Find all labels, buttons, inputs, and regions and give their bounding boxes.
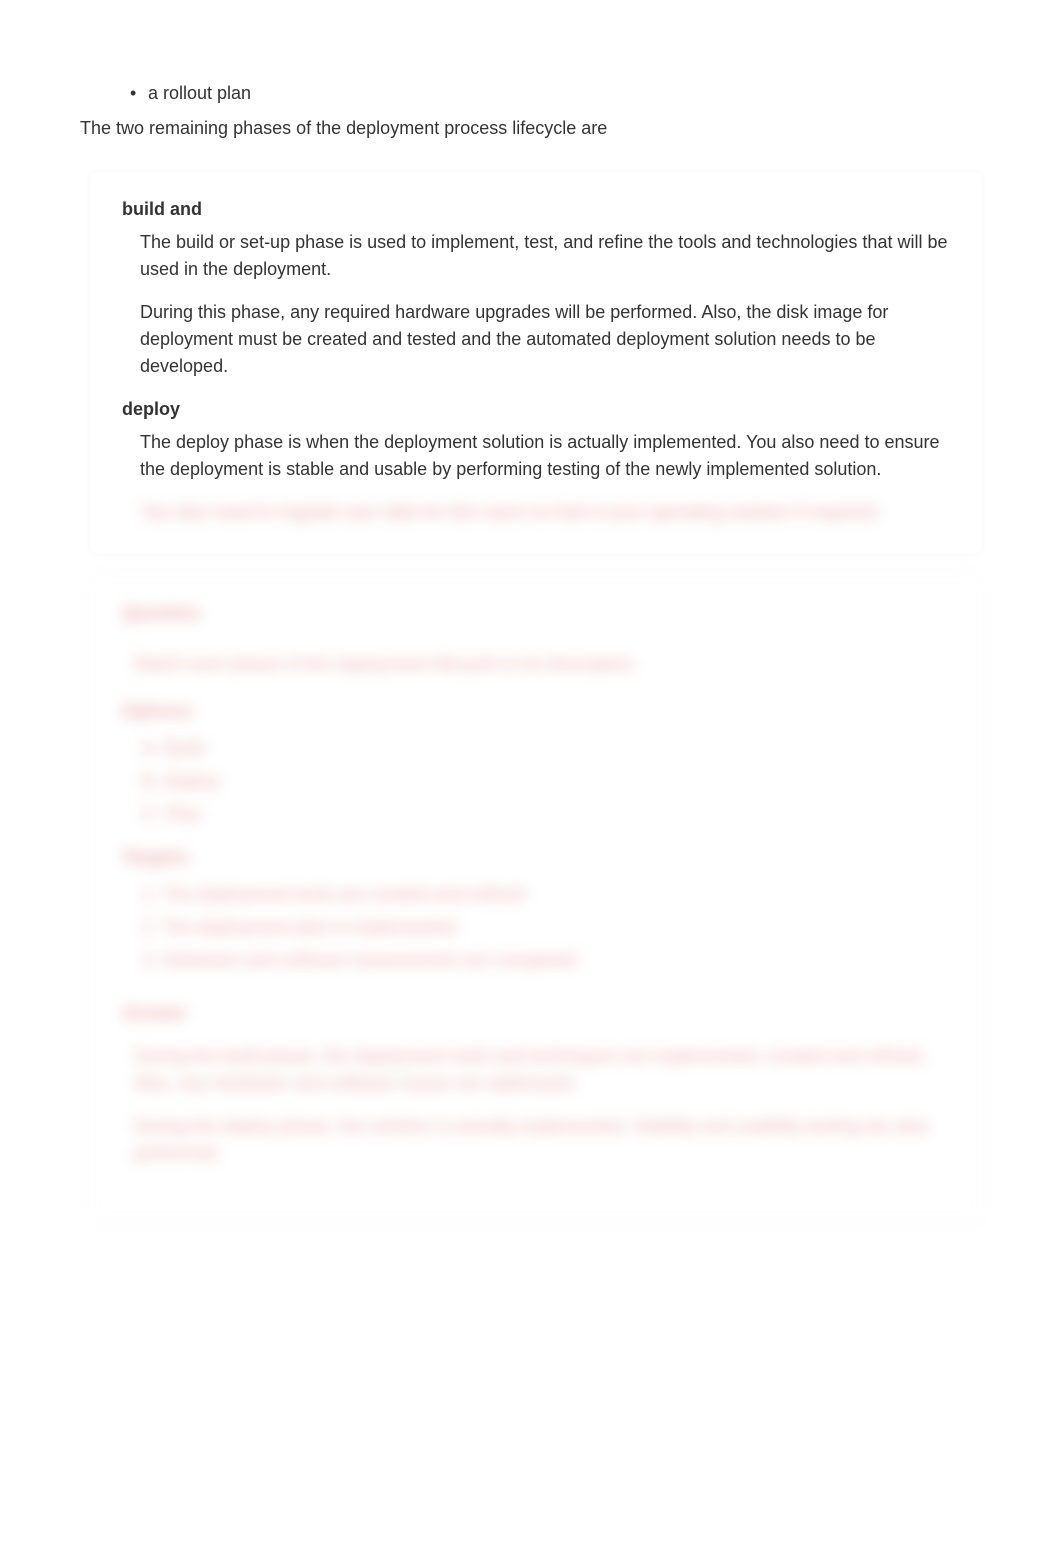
option-c: C. Plan (142, 801, 950, 828)
phase-deploy-body: The deploy phase is when the deployment … (122, 429, 950, 483)
phase-deploy: deploy The deploy phase is when the depl… (122, 396, 950, 526)
question-prompt: Match each phase of the deployment lifec… (122, 651, 950, 678)
option-a: A. Build (142, 735, 950, 762)
phase-deploy-blurred: You also need to migrate user data for t… (122, 499, 950, 526)
question-heading: Question (122, 600, 950, 627)
targets-list: 1. The deployment tools are created and … (122, 881, 950, 974)
answer-p1: During the build phase, the deployment t… (122, 1043, 950, 1097)
phase-build-p2: During this phase, any required hardware… (140, 299, 950, 380)
phase-deploy-blurred-text: You also need to migrate user data for t… (140, 499, 950, 526)
intro-paragraph: The two remaining phases of the deployme… (80, 115, 982, 142)
phase-deploy-p1: The deploy phase is when the deployment … (140, 429, 950, 483)
option-b: B. Deploy (142, 768, 950, 795)
phases-card: build and The build or set-up phase is u… (90, 172, 982, 554)
targets-label: Targets: (122, 844, 950, 871)
bullet-text: a rollout plan (148, 83, 251, 103)
question-card: Question Match each phase of the deploym… (90, 572, 982, 1223)
options-label: Options: (122, 698, 950, 725)
answer-body: During the build phase, the deployment t… (122, 1043, 950, 1167)
answer-p2: During the deploy phase, the solution is… (122, 1113, 950, 1167)
target-1: 1. The deployment tools are created and … (142, 881, 950, 908)
phase-build-title: build and (122, 196, 950, 223)
bullet-list: a rollout plan (80, 80, 982, 107)
target-3: 3. Hardware and software assessments are… (142, 947, 950, 974)
phase-build-p1: The build or set-up phase is used to imp… (140, 229, 950, 283)
phase-build: build and The build or set-up phase is u… (122, 196, 950, 380)
answer-heading: Answer (122, 1000, 950, 1027)
options-list: A. Build B. Deploy C. Plan (122, 735, 950, 828)
target-2: 2. The deployment plan is implemented (142, 914, 950, 941)
phase-build-body: The build or set-up phase is used to imp… (122, 229, 950, 380)
phase-deploy-title: deploy (122, 396, 950, 423)
bullet-item: a rollout plan (130, 80, 982, 107)
